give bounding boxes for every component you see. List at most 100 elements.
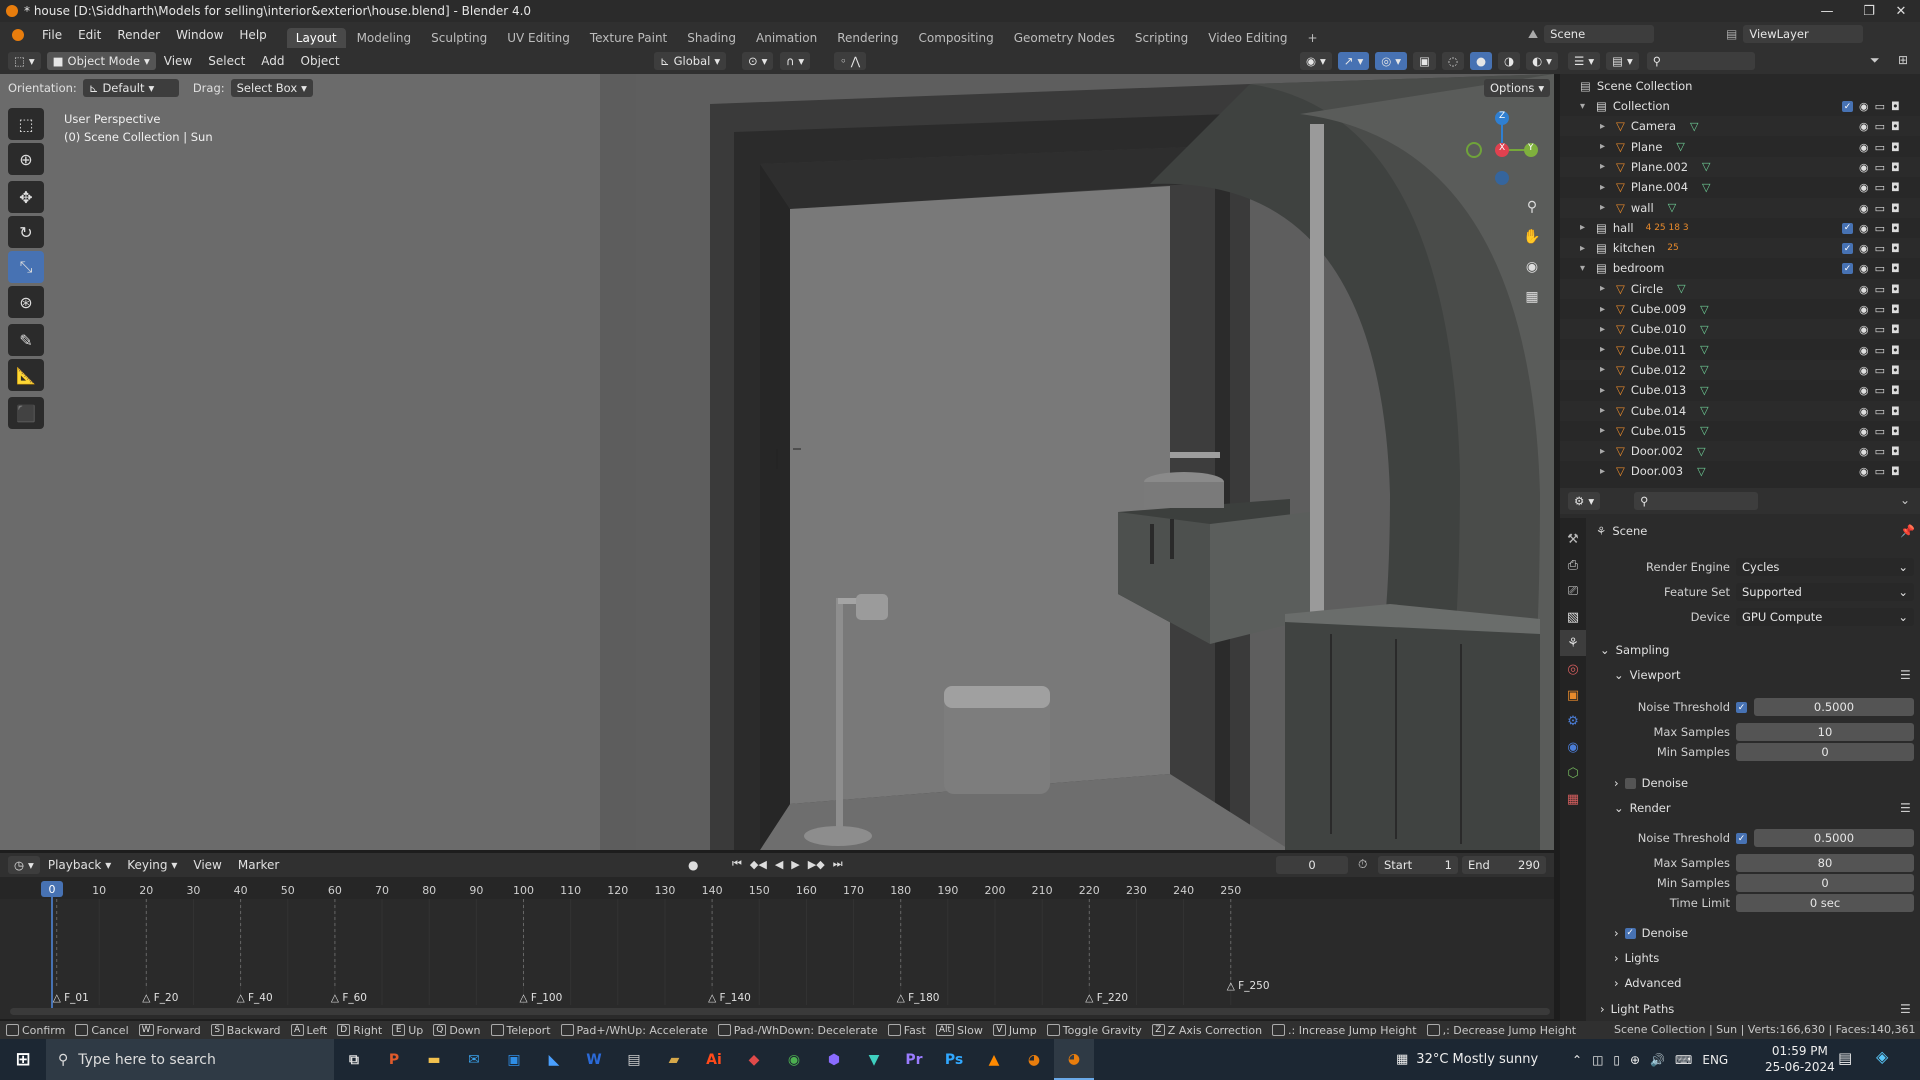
blender-menu-icon[interactable] <box>12 29 24 41</box>
chevron-right-icon[interactable]: ▸ <box>1600 385 1612 396</box>
editor-type-button[interactable]: ⬚ ▾ <box>8 52 41 70</box>
outliner-row[interactable]: ▸ ▽ Cube.015 ▽ ◉ ▭ ◘ <box>1560 421 1920 441</box>
chevron-right-icon[interactable]: ▸ <box>1600 202 1612 213</box>
timeline-area[interactable]: 0 <box>0 877 1554 1019</box>
world-tab-icon[interactable]: ◎ <box>1560 656 1586 682</box>
timeline-marker[interactable]: △ F_20 <box>142 992 178 1004</box>
tab-uv-editing[interactable]: UV Editing <box>498 28 579 48</box>
blender-taskbar-icon[interactable]: ◕ <box>1014 1039 1054 1080</box>
word-icon[interactable]: W <box>574 1039 614 1080</box>
camera-icon[interactable]: ◘ <box>1891 242 1900 255</box>
camera-icon[interactable]: ◘ <box>1891 323 1900 336</box>
outliner-row[interactable]: ▸ ▽ Camera ▽ ◉ ▭ ◘ <box>1560 116 1920 137</box>
eye-icon[interactable]: ◉ <box>1859 222 1869 235</box>
blender-active-taskbar-icon[interactable]: ◕ <box>1054 1039 1094 1080</box>
prev-keyframe-icon[interactable]: ◆◀ <box>750 858 767 871</box>
outliner-row[interactable]: ▾ ▤ Collection ✓ ◉ ▭ ◘ <box>1560 96 1920 116</box>
xray-toggle[interactable]: ▣ <box>1413 52 1436 70</box>
tab-shading[interactable]: Shading <box>678 28 745 48</box>
app-icon-5[interactable]: ⬢ <box>814 1039 854 1080</box>
pin-icon[interactable]: 📌 <box>1900 524 1915 538</box>
tab-rendering[interactable]: Rendering <box>828 28 907 48</box>
tab-sculpting[interactable]: Sculpting <box>422 28 496 48</box>
annotate-icon[interactable]: ✎ <box>8 324 44 356</box>
monitor-icon[interactable]: ▭ <box>1875 465 1885 478</box>
eye-icon[interactable]: ◉ <box>1859 323 1869 336</box>
taskbar-search-box[interactable]: ⚲ Type here to search <box>46 1039 334 1080</box>
monitor-icon[interactable]: ▭ <box>1875 425 1885 438</box>
camera-icon[interactable]: ◘ <box>1891 283 1900 296</box>
tab-video-editing[interactable]: Video Editing <box>1199 28 1296 48</box>
shading-wireframe[interactable]: ◌ <box>1441 52 1464 70</box>
move-icon[interactable]: ✥ <box>8 181 44 213</box>
chevron-right-icon[interactable]: ▸ <box>1600 283 1612 294</box>
camera-icon[interactable]: ◘ <box>1891 161 1900 174</box>
outliner-row[interactable]: ▾ ▤ bedroom ✓ ◉ ▭ ◘ <box>1560 258 1920 278</box>
advanced-subpanel-header[interactable]: › Advanced <box>1614 976 1681 990</box>
tab-animation[interactable]: Animation <box>747 28 826 48</box>
menu-view[interactable]: View <box>156 54 200 68</box>
language-indicator[interactable]: ENG <box>1702 1053 1728 1067</box>
scene-selector[interactable]: ⛰ Scene <box>1528 25 1655 43</box>
render-tab-icon[interactable]: ⎙ <box>1560 552 1586 578</box>
properties-editor-type[interactable]: ⚙ ▾ <box>1568 492 1601 510</box>
texture-tab-icon[interactable]: ▦ <box>1560 786 1586 812</box>
camera-icon[interactable]: ◘ <box>1891 100 1900 113</box>
timeline-keying-menu[interactable]: Keying ▾ <box>119 858 185 872</box>
mode-dropdown[interactable]: ■ Object Mode ▾ <box>46 52 156 70</box>
menu-object[interactable]: Object <box>293 54 348 68</box>
copilot-icon[interactable]: ◈ <box>1876 1047 1888 1066</box>
timeline-view-menu[interactable]: View <box>185 858 229 872</box>
shading-rendered[interactable]: ◐ ▾ <box>1526 52 1558 70</box>
current-frame-field[interactable]: 0 <box>1276 856 1348 874</box>
app-icon-1[interactable]: ◣ <box>534 1039 574 1080</box>
clock[interactable]: 01:59 PM 25-06-2024 <box>1765 1043 1835 1075</box>
drag-dropdown[interactable]: Select Box ▾ <box>230 79 313 97</box>
task-view-icon[interactable]: ⧉ <box>334 1039 374 1080</box>
monitor-icon[interactable]: ▭ <box>1875 100 1885 113</box>
menu-render[interactable]: Render <box>109 28 168 42</box>
outliner-row[interactable]: ▸ ▽ Cube.009 ▽ ◉ ▭ ◘ <box>1560 299 1920 319</box>
eye-icon[interactable]: ◉ <box>1859 405 1869 418</box>
timeline-marker-menu[interactable]: Marker <box>230 858 287 872</box>
monitor-icon[interactable]: ▭ <box>1875 323 1885 336</box>
timeline-marker[interactable]: △ F_100 <box>520 992 563 1004</box>
app-icon-3[interactable]: ▰ <box>654 1039 694 1080</box>
menu-file[interactable]: File <box>34 28 70 42</box>
chevron-right-icon[interactable]: ▸ <box>1600 121 1612 132</box>
list-icon[interactable]: ☰ <box>1900 668 1911 682</box>
filter-icon[interactable]: ⏷ <box>1870 53 1880 68</box>
shading-material[interactable]: ◑ <box>1498 52 1521 70</box>
scene-name[interactable]: Scene <box>1544 25 1655 43</box>
chevron-right-icon[interactable]: ▸ <box>1600 344 1612 355</box>
list-icon[interactable]: ☰ <box>1900 1002 1911 1016</box>
monitor-icon[interactable]: ▭ <box>1875 202 1885 215</box>
timeline-marker[interactable]: △ F_250 <box>1227 980 1270 992</box>
outliner-row[interactable]: ▸ ▽ Cube.012 ▽ ◉ ▭ ◘ <box>1560 359 1920 380</box>
app-icon-4[interactable]: ◆ <box>734 1039 774 1080</box>
battery-icon[interactable]: ▯ <box>1613 1053 1620 1067</box>
monitor-icon[interactable]: ▭ <box>1875 262 1885 275</box>
tray-app-icon[interactable]: ◫ <box>1592 1053 1603 1067</box>
eye-icon[interactable]: ◉ <box>1859 141 1869 154</box>
options-dropdown[interactable]: Options ▾ <box>1484 79 1551 97</box>
chevron-right-icon[interactable]: ▸ <box>1600 324 1612 335</box>
outliner-row[interactable]: ▸ ▤ kitchen 25 ✓ ◉ ▭ ◘ <box>1560 238 1920 259</box>
render-denoise-checkbox[interactable]: ✓ <box>1624 927 1636 939</box>
outliner-row[interactable]: ▸ ▽ Cube.011 ▽ ◉ ▭ ◘ <box>1560 340 1920 360</box>
eye-icon[interactable]: ◉ <box>1859 465 1869 478</box>
render-engine-dropdown[interactable]: Cycles ⌄ <box>1736 558 1914 576</box>
monitor-icon[interactable]: ▭ <box>1875 364 1885 377</box>
outliner-row[interactable]: ▸ ▽ Circle ▽ ◉ ▭ ◘ <box>1560 278 1920 299</box>
new-collection-icon[interactable]: ⊞ <box>1898 53 1908 67</box>
viewport-subpanel-header[interactable]: ⌄ Viewport <box>1614 668 1681 682</box>
weather-widget[interactable]: ▦ 32°C Mostly sunny <box>1396 1039 1538 1080</box>
viewlayer-selector[interactable]: ▤ ViewLayer <box>1726 25 1864 43</box>
monitor-icon[interactable]: ▭ <box>1875 120 1885 133</box>
tab-scripting[interactable]: Scripting <box>1126 28 1197 48</box>
outliner-row[interactable]: ▸ ▽ Cube.010 ▽ ◉ ▭ ◘ <box>1560 319 1920 340</box>
timeline-marker[interactable]: △ F_40 <box>237 992 273 1004</box>
eye-icon[interactable]: ◉ <box>1859 202 1869 215</box>
eye-icon[interactable]: ◉ <box>1859 384 1869 397</box>
chevron-right-icon[interactable]: ▸ <box>1580 243 1592 254</box>
